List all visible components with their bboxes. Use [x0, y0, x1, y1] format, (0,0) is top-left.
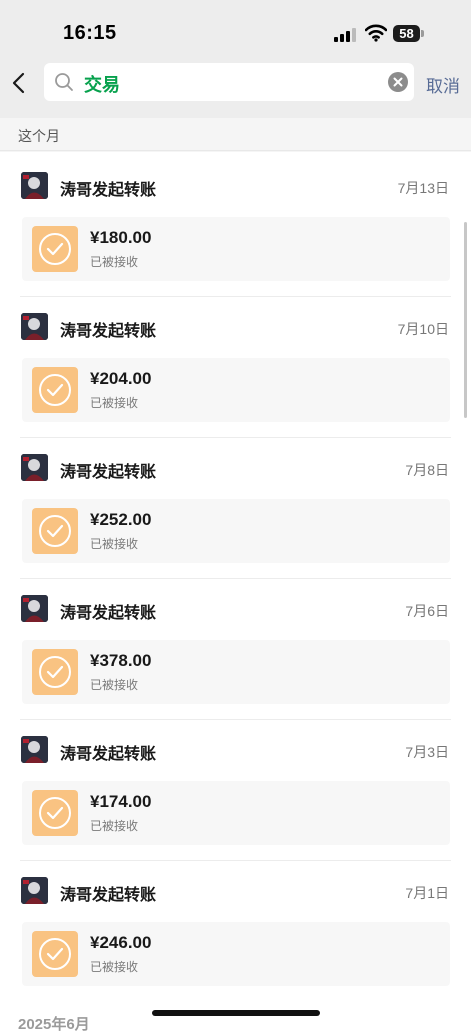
transfer-item[interactable]: 涛哥发起转账 7月10日 ¥204.00 已被接收	[0, 296, 471, 437]
search-query: 交易	[84, 75, 120, 95]
transfer-item[interactable]: 涛哥发起转账 7月13日 ¥180.00 已被接收	[0, 155, 471, 296]
transfer-status: 已被接收	[90, 396, 139, 410]
transfer-amount: ¥252.00	[90, 510, 152, 529]
transfer-status: 已被接收	[90, 255, 139, 269]
home-indicator[interactable]	[152, 1010, 320, 1016]
check-circle-icon	[32, 649, 78, 695]
transfer-status: 已被接收	[90, 819, 139, 833]
transfer-title: 涛哥发起转账	[60, 182, 157, 199]
scrollbar[interactable]	[464, 222, 467, 418]
transfer-amount: ¥378.00	[90, 651, 152, 670]
avatar	[21, 313, 48, 340]
avatar	[21, 877, 48, 904]
transfer-item[interactable]: 涛哥发起转账 7月1日 ¥246.00 已被接收	[0, 860, 471, 1001]
divider	[20, 296, 451, 297]
transfer-title: 涛哥发起转账	[60, 746, 157, 763]
transfer-status: 已被接收	[90, 678, 139, 692]
search-icon	[54, 72, 74, 92]
search-header: 交易 取消	[0, 60, 471, 118]
divider	[20, 437, 451, 438]
transfer-card[interactable]: ¥180.00 已被接收	[22, 217, 450, 281]
clear-icon[interactable]	[388, 72, 408, 92]
check-circle-icon	[32, 367, 78, 413]
transfer-amount: ¥180.00	[90, 228, 152, 247]
transfer-amount: ¥174.00	[90, 792, 152, 811]
transfer-item[interactable]: 涛哥发起转账 7月8日 ¥252.00 已被接收	[0, 437, 471, 578]
month-label: 这个月	[18, 128, 60, 144]
month-header: 这个月	[0, 118, 471, 152]
avatar	[21, 454, 48, 481]
avatar	[21, 736, 48, 763]
cancel-button[interactable]: 取消	[426, 72, 460, 97]
battery-level: 58	[399, 26, 414, 41]
transfer-date: 7月1日	[405, 885, 449, 901]
transfer-card[interactable]: ¥204.00 已被接收	[22, 358, 450, 422]
transfer-date: 7月3日	[405, 744, 449, 760]
transfer-date: 7月6日	[405, 603, 449, 619]
transfer-amount: ¥246.00	[90, 933, 152, 952]
divider	[20, 860, 451, 861]
check-circle-icon	[32, 226, 78, 272]
chevron-left-icon[interactable]	[8, 68, 32, 98]
transfer-amount: ¥204.00	[90, 369, 152, 388]
transfer-date: 7月8日	[405, 462, 449, 478]
divider	[20, 578, 451, 579]
transfer-title: 涛哥发起转账	[60, 605, 157, 622]
transfer-card[interactable]: ¥174.00 已被接收	[22, 781, 450, 845]
search-input[interactable]: 交易	[44, 63, 414, 101]
check-circle-icon	[32, 790, 78, 836]
status-bar: 16:15 58	[0, 0, 471, 60]
avatar	[21, 172, 48, 199]
transfer-title: 涛哥发起转账	[60, 464, 157, 481]
transfer-date: 7月13日	[397, 180, 449, 196]
transfer-status: 已被接收	[90, 960, 139, 974]
wifi-icon	[364, 24, 388, 42]
transfer-card[interactable]: ¥246.00 已被接收	[22, 922, 450, 986]
transfer-date: 7月10日	[397, 321, 449, 337]
check-circle-icon	[32, 508, 78, 554]
transfer-status: 已被接收	[90, 537, 139, 551]
transfer-card[interactable]: ¥252.00 已被接收	[22, 499, 450, 563]
transfer-title: 涛哥发起转账	[60, 323, 157, 340]
divider	[20, 719, 451, 720]
divider	[0, 150, 471, 151]
transfer-item[interactable]: 涛哥发起转账 7月6日 ¥378.00 已被接收	[0, 578, 471, 719]
status-time: 16:15	[63, 22, 117, 44]
check-circle-icon	[32, 931, 78, 977]
battery-icon: 58	[393, 25, 425, 42]
avatar	[21, 595, 48, 622]
transfer-item[interactable]: 涛哥发起转账 7月3日 ¥174.00 已被接收	[0, 719, 471, 860]
transfer-title: 涛哥发起转账	[60, 887, 157, 904]
transfer-card[interactable]: ¥378.00 已被接收	[22, 640, 450, 704]
cellular-signal-icon	[334, 28, 358, 42]
